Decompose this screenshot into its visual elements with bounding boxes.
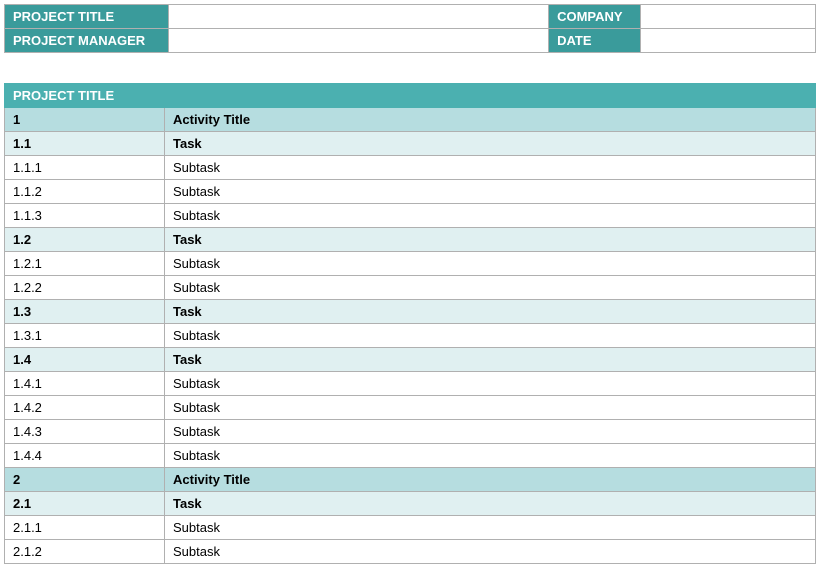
wbs-text-cell[interactable]: Activity Title xyxy=(165,468,816,492)
wbs-id-cell[interactable]: 1.1 xyxy=(5,132,165,156)
wbs-row: 1.1.2Subtask xyxy=(5,180,816,204)
wbs-row: 1.1.1Subtask xyxy=(5,156,816,180)
wbs-row: 1.2.2Subtask xyxy=(5,276,816,300)
wbs-text-cell[interactable]: Subtask xyxy=(165,180,816,204)
wbs-id-cell[interactable]: 1.3 xyxy=(5,300,165,324)
wbs-row: 1.1Task xyxy=(5,132,816,156)
wbs-title: PROJECT TITLE xyxy=(5,84,816,108)
wbs-id-cell[interactable]: 2 xyxy=(5,468,165,492)
wbs-row: 2.1Task xyxy=(5,492,816,516)
wbs-text-cell[interactable]: Subtask xyxy=(165,396,816,420)
project-header-table: PROJECT TITLE COMPANY PROJECT MANAGER DA… xyxy=(4,4,816,53)
wbs-row: 1.4.4Subtask xyxy=(5,444,816,468)
company-label: COMPANY xyxy=(549,5,641,29)
wbs-text-cell[interactable]: Task xyxy=(165,228,816,252)
wbs-row: 1.3.1Subtask xyxy=(5,324,816,348)
project-manager-value[interactable] xyxy=(169,29,549,53)
wbs-text-cell[interactable]: Subtask xyxy=(165,324,816,348)
wbs-body: 1Activity Title1.1Task1.1.1Subtask1.1.2S… xyxy=(5,108,816,564)
wbs-text-cell[interactable]: Subtask xyxy=(165,516,816,540)
wbs-id-cell[interactable]: 1.1.3 xyxy=(5,204,165,228)
wbs-row: 2.1.2Subtask xyxy=(5,540,816,564)
wbs-row: 1.4.2Subtask xyxy=(5,396,816,420)
date-value[interactable] xyxy=(641,29,816,53)
wbs-id-cell[interactable]: 2.1 xyxy=(5,492,165,516)
wbs-text-cell[interactable]: Task xyxy=(165,492,816,516)
header-row-1: PROJECT TITLE COMPANY xyxy=(5,5,816,29)
wbs-row: 1.1.3Subtask xyxy=(5,204,816,228)
project-title-value[interactable] xyxy=(169,5,549,29)
wbs-text-cell[interactable]: Subtask xyxy=(165,444,816,468)
wbs-row: 1.3Task xyxy=(5,300,816,324)
wbs-id-cell[interactable]: 1.4.1 xyxy=(5,372,165,396)
wbs-id-cell[interactable]: 1.2 xyxy=(5,228,165,252)
wbs-id-cell[interactable]: 1.2.2 xyxy=(5,276,165,300)
wbs-id-cell[interactable]: 1.4.2 xyxy=(5,396,165,420)
wbs-text-cell[interactable]: Subtask xyxy=(165,204,816,228)
wbs-text-cell[interactable]: Subtask xyxy=(165,540,816,564)
wbs-id-cell[interactable]: 1.2.1 xyxy=(5,252,165,276)
wbs-id-cell[interactable]: 2.1.1 xyxy=(5,516,165,540)
wbs-id-cell[interactable]: 1.1.2 xyxy=(5,180,165,204)
wbs-id-cell[interactable]: 1.3.1 xyxy=(5,324,165,348)
wbs-text-cell[interactable]: Subtask xyxy=(165,156,816,180)
wbs-id-cell[interactable]: 2.1.2 xyxy=(5,540,165,564)
wbs-text-cell[interactable]: Activity Title xyxy=(165,108,816,132)
wbs-text-cell[interactable]: Subtask xyxy=(165,276,816,300)
wbs-row: 1.4.1Subtask xyxy=(5,372,816,396)
wbs-text-cell[interactable]: Task xyxy=(165,348,816,372)
wbs-row: 1.2.1Subtask xyxy=(5,252,816,276)
wbs-text-cell[interactable]: Task xyxy=(165,132,816,156)
project-title-label: PROJECT TITLE xyxy=(5,5,169,29)
project-manager-label: PROJECT MANAGER xyxy=(5,29,169,53)
wbs-row: 1Activity Title xyxy=(5,108,816,132)
wbs-id-cell[interactable]: 1 xyxy=(5,108,165,132)
wbs-row: 2Activity Title xyxy=(5,468,816,492)
wbs-text-cell[interactable]: Subtask xyxy=(165,420,816,444)
wbs-title-row: PROJECT TITLE xyxy=(5,84,816,108)
wbs-id-cell[interactable]: 1.4 xyxy=(5,348,165,372)
wbs-row: 2.1.1Subtask xyxy=(5,516,816,540)
wbs-row: 1.4.3Subtask xyxy=(5,420,816,444)
wbs-id-cell[interactable]: 1.4.3 xyxy=(5,420,165,444)
wbs-row: 1.2Task xyxy=(5,228,816,252)
wbs-id-cell[interactable]: 1.1.1 xyxy=(5,156,165,180)
wbs-id-cell[interactable]: 1.4.4 xyxy=(5,444,165,468)
wbs-row: 1.4Task xyxy=(5,348,816,372)
company-value[interactable] xyxy=(641,5,816,29)
header-row-2: PROJECT MANAGER DATE xyxy=(5,29,816,53)
wbs-text-cell[interactable]: Subtask xyxy=(165,372,816,396)
wbs-table: PROJECT TITLE 1Activity Title1.1Task1.1.… xyxy=(4,83,816,564)
wbs-text-cell[interactable]: Task xyxy=(165,300,816,324)
wbs-text-cell[interactable]: Subtask xyxy=(165,252,816,276)
date-label: DATE xyxy=(549,29,641,53)
